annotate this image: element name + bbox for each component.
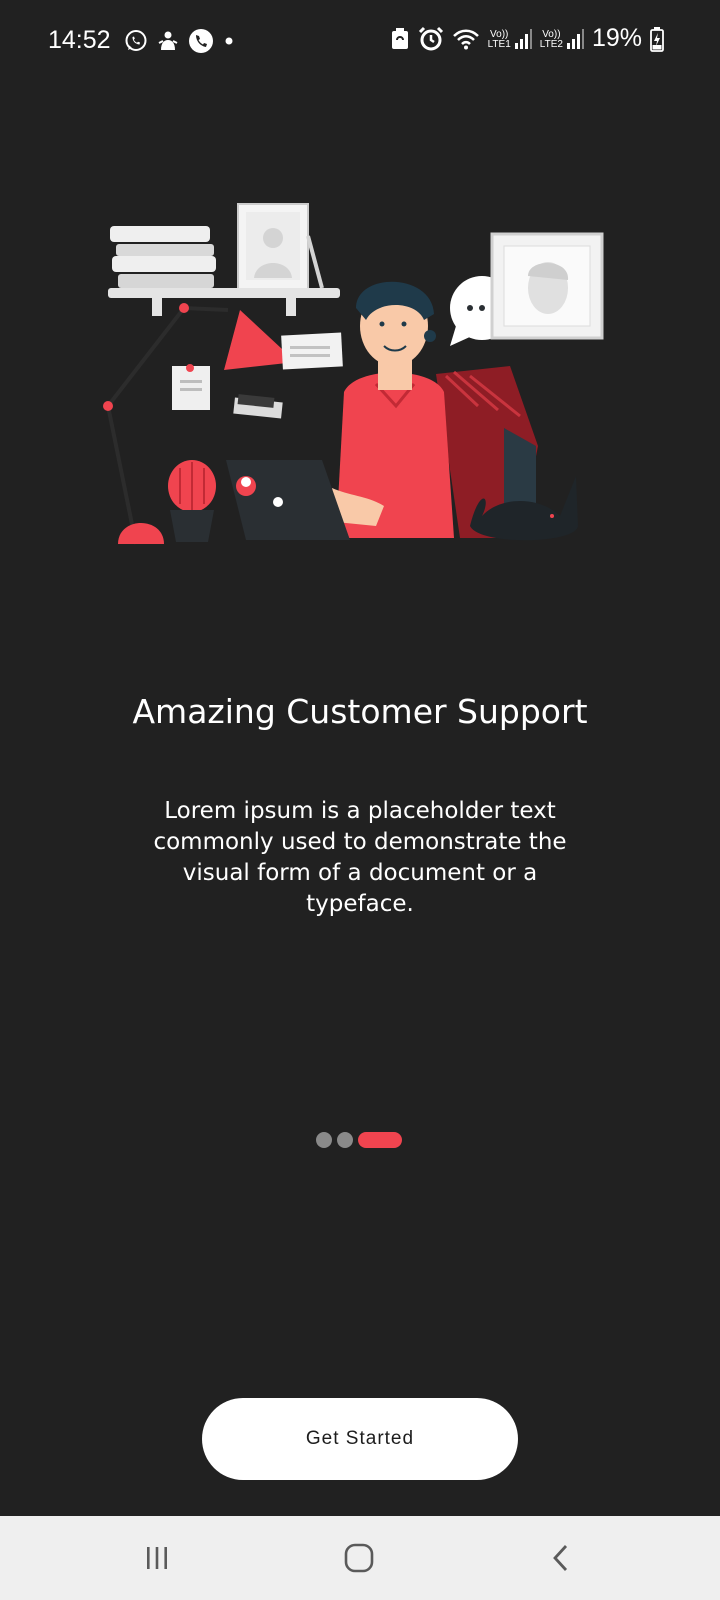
customer-support-illustration <box>103 203 604 545</box>
home-button[interactable] <box>334 1538 384 1578</box>
battery-charging-icon <box>650 26 664 52</box>
laptop-illustration <box>226 460 350 540</box>
page-indicator <box>316 1132 402 1148</box>
signal-lte1-icon: Vo)) LTE1 <box>488 28 532 50</box>
shelf-illustration <box>108 203 340 316</box>
status-right-icons: Vo)) LTE1 Vo)) LTE2 19% <box>390 24 664 53</box>
back-button[interactable] <box>536 1538 586 1578</box>
get-started-button[interactable]: Get Started <box>202 1398 518 1480</box>
wifi-icon <box>452 29 479 49</box>
framed-portrait-illustration <box>490 232 604 340</box>
dot-icon <box>225 37 233 45</box>
page-dot-2[interactable] <box>337 1132 353 1148</box>
battery-percentage: 19% <box>591 24 642 52</box>
status-left-icons <box>124 28 235 54</box>
system-navigation-bar <box>0 1516 720 1600</box>
battery-saver-icon <box>391 27 408 49</box>
onboarding-description: Lorem ipsum is a placeholder text common… <box>153 798 567 917</box>
back-icon <box>553 1545 568 1571</box>
page-dot-3-active[interactable] <box>358 1132 402 1148</box>
cactus-illustration <box>168 460 216 542</box>
recent-apps-button[interactable] <box>132 1538 182 1578</box>
sim1-network-label: LTE1 <box>487 38 511 50</box>
signal-lte2-icon: Vo)) LTE2 <box>540 28 584 50</box>
sim2-volte-label: Vo)) <box>542 28 561 40</box>
onboarding-title: Amazing Customer Support <box>132 692 588 731</box>
status-bar: 14:52 Vo)) LTE1 Vo)) LTE2 19% <box>0 0 720 84</box>
whatsapp-icon <box>125 30 147 51</box>
notification-icon <box>158 31 178 50</box>
page-dot-1[interactable] <box>316 1132 332 1148</box>
alarm-icon <box>418 26 443 50</box>
phone-call-icon <box>189 29 213 53</box>
sim2-network-label: LTE2 <box>539 38 563 50</box>
home-icon <box>344 1543 374 1573</box>
recent-apps-icon <box>147 1547 167 1569</box>
status-time: 14:52 <box>48 26 111 54</box>
sim1-volte-label: Vo)) <box>490 28 509 40</box>
